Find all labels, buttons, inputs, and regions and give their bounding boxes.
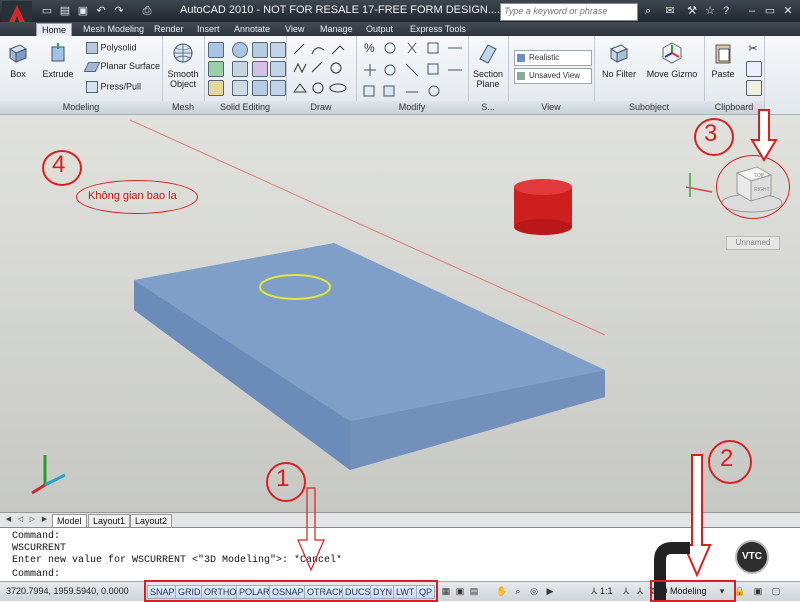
toggles-highlight-box [144, 580, 438, 602]
annotation-arrows [297, 109, 778, 600]
vtc-watermark-logo: VTC [735, 540, 769, 574]
workspace-highlight-box [650, 580, 736, 602]
arrow-to-viewcube [750, 109, 778, 162]
arrow-to-toggles [297, 487, 325, 572]
arrow-to-workspace [682, 454, 712, 578]
